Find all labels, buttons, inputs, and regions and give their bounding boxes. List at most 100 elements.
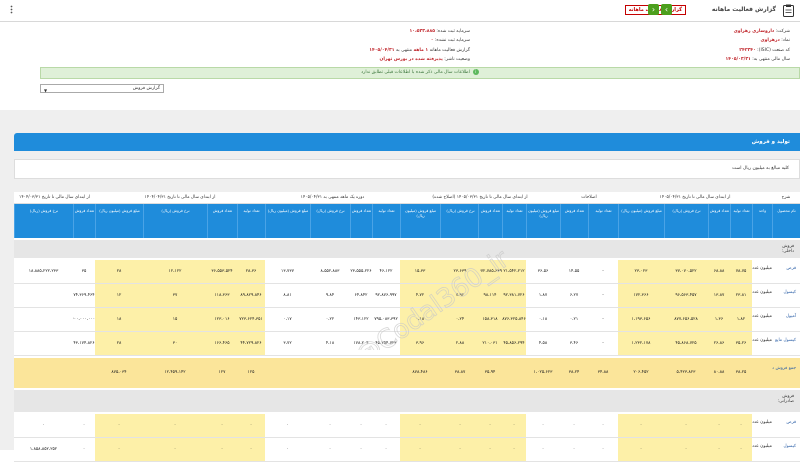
next-button[interactable]: ›: [661, 4, 672, 15]
group-header-monthly: دوره یک ماهه منتهی به ۱۴۰۵/۰۴/۳۱: [265, 192, 400, 204]
table-cell: ۳،۴۶: [569, 341, 579, 346]
export-product-name[interactable]: قرص: [772, 414, 800, 437]
export-cell: ۰: [384, 423, 388, 428]
export-cell: ۰: [237, 414, 265, 437]
period-label: منتهی به: [395, 48, 413, 53]
group-header-current-ytd: از ابتدای سال مالی تا تاریخ ۱۴۰۵/۰۴/۳۱: [618, 192, 772, 204]
table-cell: ۲۶،۸۶: [708, 332, 730, 355]
total-cell: ۳۸،۸۷: [454, 370, 466, 375]
table-cell: ۷۴،۳۶۹،۴۶۴: [73, 293, 95, 298]
table-cell: ۱،۸۲: [730, 308, 752, 331]
column-header: نرخ فروش (ریال): [14, 204, 73, 238]
table-cell: ۴،۵۸: [538, 341, 548, 346]
column-header: تعداد تولید: [372, 204, 400, 238]
column-header: مبلغ فروش (میلیون ریال): [618, 204, 664, 238]
total-cell: ۸۷۸،۴۸۶: [412, 370, 428, 375]
period-end: ۱۴۰۵/۰۴/۳۱: [369, 48, 395, 53]
status-label: وضعیت ناشر:: [444, 57, 470, 62]
table-cell: ۱۵۸،۳۱۸: [478, 308, 502, 331]
table-cell: ۱۸،۸۸۵،۲۲۲،۲۳۳: [28, 269, 59, 274]
table-row: کپسول میلیون عدد ۲۳،۸۱ ۱۳،۸۷ ۹۶،۵۶۳،۴۵۷ ۱۷۲،۳…: [14, 284, 800, 308]
capital-label: سرمایه ثبت شده:: [436, 29, 470, 34]
export-cell: ۰: [42, 423, 45, 428]
company-name[interactable]: داروسازی زهراوی: [734, 29, 775, 34]
column-header-row: نام محصول واحد تعداد تولید تعداد فروش نرخ فر…: [14, 204, 800, 238]
column-header: تعداد فروش: [73, 204, 95, 238]
table-cell: ۲۳،۰۲۳: [618, 260, 664, 283]
column-header: تعداد فروش: [560, 204, 588, 238]
export-cell: ۰: [541, 423, 545, 428]
export-cell: ۰: [82, 423, 86, 428]
table-cell: ۲۸: [95, 260, 143, 283]
table-cell: ۳۰: [143, 332, 207, 355]
export-cell: ۰: [95, 414, 143, 437]
column-header: تعداد تولید: [730, 204, 752, 238]
table-cell: ۱۷۸،۲۰۴: [353, 341, 369, 346]
product-name[interactable]: قرص: [772, 260, 800, 283]
table-cell: ۳،۷۲: [283, 341, 292, 346]
total-cell: ۸۷۵،۰۳۴: [111, 370, 127, 375]
group-header-corrections: اصلاحات: [560, 192, 618, 204]
product-name[interactable]: آمپول: [772, 308, 800, 331]
isic-label: کد صنعت (ISIC):: [757, 48, 790, 53]
chevron-down-icon: ▼: [44, 88, 48, 93]
table-cell: ۱۲،۱۲۲: [143, 260, 207, 283]
product-unit: میلیون عدد: [752, 314, 772, 319]
table-cell: ۳،۹۶: [400, 332, 440, 355]
table-cell: ۱۴،۵۵: [568, 269, 580, 274]
export-cell: ۰: [440, 414, 480, 437]
export-sales-section: فروش صادراتی:: [14, 390, 800, 412]
table-cell: ۱۵: [143, 308, 207, 331]
unregistered-capital-label: سرمایه ثبت نشده:: [434, 38, 470, 43]
table-cell: ۰،۱۸: [538, 317, 548, 322]
column-header: واحد: [752, 204, 772, 238]
table-cell: ۱۳،۸۷: [708, 284, 730, 307]
table-cell: ۲۸،۳۶: [237, 260, 265, 283]
production-sales-table: شرح اصلاحات از ابتدای سال مالی تا تاریخ …: [14, 192, 800, 462]
export-cell: ۰: [478, 414, 502, 437]
export-cell: ۰: [359, 423, 363, 428]
table-cell: ۳۶،۵۶: [537, 269, 549, 274]
table-cell: ۲،۸۸: [440, 332, 480, 355]
group-header-last-year-ytd: از ابتدای سال مالی تا تاریخ ۱۴۰۴/۰۴/۳۱: [95, 192, 265, 204]
table-cell: ۲۱۰،۰۳۱: [478, 332, 502, 355]
table-cell: ۱۷۲،۳۶۶: [618, 284, 664, 307]
column-header: تعداد تولید: [237, 204, 265, 238]
info-alert: iاطلاعات سال مالی ذکر شده با اطلاعات قبل…: [40, 67, 800, 79]
table-cell: ۱،۸۷: [538, 293, 548, 298]
table-cell: ۴۵،۸۶۸،۷۲۵: [664, 332, 708, 355]
more-menu-icon[interactable]: [8, 5, 15, 14]
table-cell: ۴۴،۷۲۹،۸۲۶: [237, 332, 265, 355]
table-cell: ۷،۹۲: [440, 284, 480, 307]
isic-value: ۲۴۲۳۴۰: [739, 48, 756, 53]
table-cell: ۴۵،۲۵۴،۷۲۳: [375, 341, 397, 346]
table-cell: ۳۱،۴۷۲،۷۸۵،۶۳۹: [478, 260, 502, 283]
capital-value: ۱۰،۵۳۳،۸۸۵: [409, 29, 435, 34]
table-cell: ۱۲۳،۰۱۶: [207, 308, 237, 331]
clipboard-icon: [783, 4, 794, 17]
product-name[interactable]: کپسول مایع: [772, 332, 800, 355]
column-header: نرخ فروش (ریال): [440, 204, 480, 238]
total-cell: ۱۲،۴۵۹،۱۴۲: [164, 370, 186, 375]
export-cell: ۰: [400, 414, 440, 437]
table-row: کپسول مایع میلیون عدد ۳۵،۲۶ ۲۶،۸۶ ۴۵،۸۶۸،۷۲۵…: [14, 332, 800, 356]
table-cell: ۸۹،۸۲۹،۸۴۶: [237, 284, 265, 307]
total-cell: ۱۲۵: [247, 370, 255, 375]
table-cell: ۲۱،۵۴۲،۲۱۲: [502, 260, 526, 283]
prev-button[interactable]: ‹: [648, 4, 659, 15]
column-header: مبلغ فروش (میلیون ریال): [95, 204, 143, 238]
table-cell: ۲۸: [95, 332, 143, 355]
export-cell: ۰: [730, 414, 752, 437]
table-cell: ۹۸،۱۱۴: [478, 284, 502, 307]
product-name[interactable]: کپسول: [772, 284, 800, 307]
table-cell: ۸۷۶،۳۲۵،۸۴۶: [502, 308, 526, 331]
table-cell: ۸۷۷،۶۵۶،۵۲۸: [664, 308, 708, 331]
column-header: تعداد تولید: [502, 204, 526, 238]
table-cell: ۷۹۵،۰۸۳،۳۹۲: [374, 317, 398, 322]
group-header-prior-ytd-corrected: از ابتدای سال مالی تا تاریخ ۱۴۰۵/۰۳/۳۱ (…: [400, 192, 560, 204]
column-header: نرخ فروش (ریال): [664, 204, 708, 238]
table-cell: ۹۲،۸۷۶،۹۹۷: [375, 293, 397, 298]
table-cell: ۸،۸۱: [283, 293, 292, 298]
symbol-value[interactable]: دزهراوی: [761, 38, 780, 43]
report-type-select[interactable]: گزارش فروش ▼: [40, 84, 164, 93]
